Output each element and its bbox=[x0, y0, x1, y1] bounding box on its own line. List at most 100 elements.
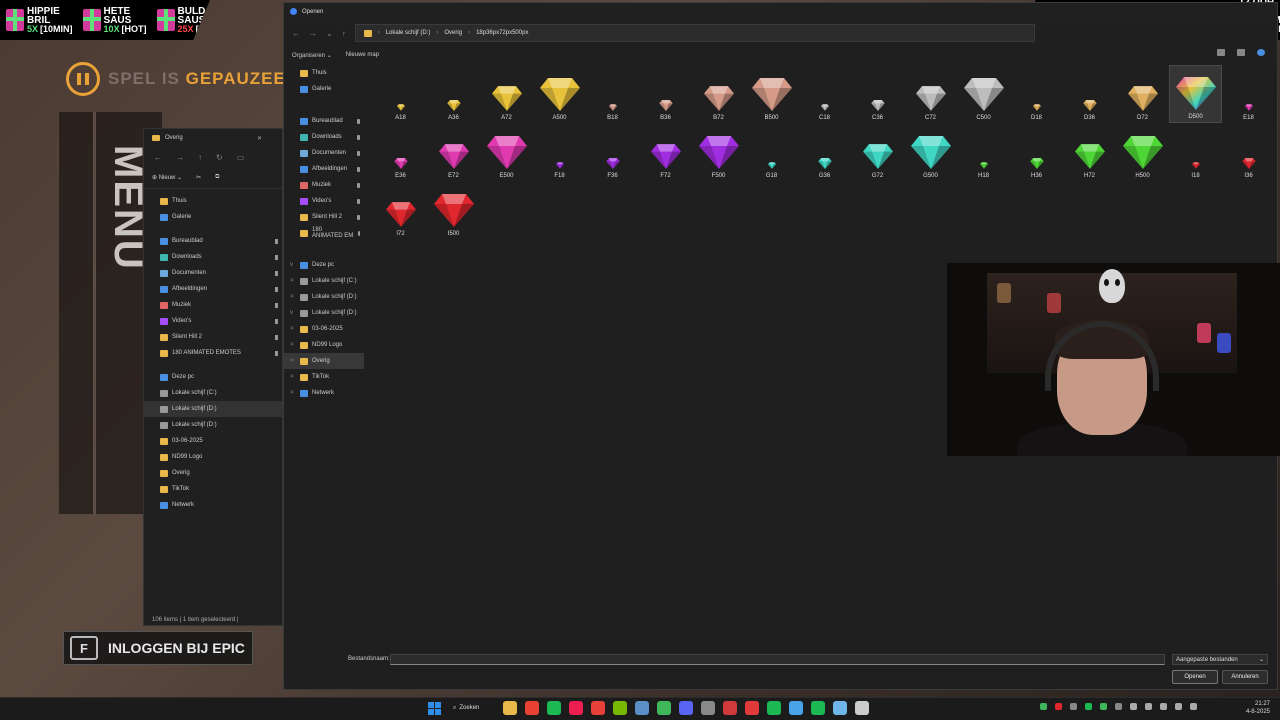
nav-item[interactable]: > Lokale schijf (C:) bbox=[284, 273, 364, 289]
tiktok-icon[interactable] bbox=[569, 701, 583, 715]
file-item[interactable]: B500 bbox=[745, 65, 798, 123]
new-folder-button[interactable]: Nieuwe map bbox=[346, 52, 379, 58]
filetype-select[interactable]: Aangepaste bestanden ⌄ bbox=[1172, 654, 1268, 665]
file-item[interactable]: A500 bbox=[533, 65, 586, 123]
discord-icon[interactable] bbox=[679, 701, 693, 715]
nav-item[interactable]: Afbeeldingen bbox=[284, 161, 364, 177]
file-item[interactable]: F36 bbox=[586, 123, 639, 181]
chevron-icon[interactable]: > bbox=[290, 294, 296, 300]
forward-icon[interactable]: → bbox=[309, 29, 317, 38]
chevron-icon[interactable]: > bbox=[290, 326, 296, 332]
nav-item[interactable]: > Lokale schijf (D:) bbox=[284, 289, 364, 305]
file-item[interactable]: E72 bbox=[427, 123, 480, 181]
chevron-icon[interactable]: > bbox=[290, 342, 296, 348]
view-mode-icon[interactable] bbox=[1217, 49, 1225, 56]
forward-icon[interactable]: → bbox=[176, 153, 184, 162]
file-item[interactable]: I72 bbox=[374, 181, 427, 239]
nav-item[interactable]: >03-06-2025 bbox=[284, 321, 364, 337]
bg-tree-item[interactable]: Silent Hill 2 bbox=[144, 329, 282, 345]
up-icon[interactable]: ↑ bbox=[342, 29, 346, 38]
steam-icon[interactable] bbox=[635, 701, 649, 715]
file-item[interactable]: E36 bbox=[374, 123, 427, 181]
cut-icon[interactable]: ✂ bbox=[196, 174, 201, 181]
file-item[interactable]: C36 bbox=[851, 65, 904, 123]
chevron-icon[interactable]: v bbox=[290, 262, 296, 268]
tray-icon[interactable] bbox=[1145, 703, 1152, 710]
file-item[interactable]: G72 bbox=[851, 123, 904, 181]
help-icon[interactable] bbox=[1257, 49, 1265, 56]
tray-icon[interactable] bbox=[1160, 703, 1167, 710]
file-item[interactable]: F18 bbox=[533, 123, 586, 181]
nav-item[interactable]: > TikTok bbox=[284, 369, 364, 385]
file-item[interactable]: B72 bbox=[692, 65, 745, 123]
file-item[interactable]: G36 bbox=[798, 123, 851, 181]
tray-icon[interactable] bbox=[1070, 703, 1077, 710]
refresh-icon[interactable]: ↻ bbox=[216, 153, 223, 162]
file-item[interactable]: A72 bbox=[480, 65, 533, 123]
nav-item[interactable]: Galerie bbox=[284, 81, 364, 97]
file-item[interactable]: E500 bbox=[480, 123, 533, 181]
bg-tree-item[interactable]: Lokale schijf (D:) bbox=[144, 401, 282, 417]
font-app-icon[interactable] bbox=[591, 701, 605, 715]
file-item[interactable]: B36 bbox=[639, 65, 692, 123]
close-icon[interactable]: ✕ bbox=[257, 135, 262, 142]
bg-tree-item[interactable]: Thuis bbox=[144, 193, 282, 209]
nav-item[interactable]: > Overig bbox=[284, 353, 364, 369]
start-icon[interactable] bbox=[428, 701, 441, 715]
file-item[interactable]: A18 bbox=[374, 65, 427, 123]
tray-icon[interactable] bbox=[1130, 703, 1137, 710]
taskbar-search[interactable]: ⌕ Zoeken bbox=[449, 705, 495, 712]
nav-item[interactable]: Silent Hill 2 bbox=[284, 209, 364, 225]
tray-icon[interactable] bbox=[1175, 703, 1182, 710]
bg-tree-item[interactable]: Afbeeldingen bbox=[144, 281, 282, 297]
view-icon[interactable]: ▭ bbox=[237, 153, 245, 162]
taskbar-clock[interactable]: 21:27 4-8-2025 bbox=[1246, 700, 1270, 716]
tray-icon[interactable] bbox=[1040, 703, 1047, 710]
up-icon[interactable]: ↑ bbox=[198, 153, 202, 162]
nav-item[interactable]: Documenten bbox=[284, 145, 364, 161]
open-button[interactable]: Openen bbox=[1172, 670, 1218, 684]
app-green-icon[interactable] bbox=[657, 701, 671, 715]
file-item[interactable]: C500 bbox=[957, 65, 1010, 123]
tray-icon[interactable] bbox=[1115, 703, 1122, 710]
nav-item[interactable]: Bureaublad bbox=[284, 113, 364, 129]
breadcrumb-item[interactable]: 18p36px72px500px bbox=[476, 30, 528, 36]
back-icon[interactable]: ← bbox=[154, 153, 162, 162]
file-item[interactable]: C18 bbox=[798, 65, 851, 123]
tray-icon[interactable] bbox=[1085, 703, 1092, 710]
spotify-icon[interactable] bbox=[547, 701, 561, 715]
nav-item[interactable]: Muziek bbox=[284, 177, 364, 193]
tray-icon[interactable] bbox=[1190, 703, 1197, 710]
chevron-icon[interactable]: > bbox=[290, 374, 296, 380]
chevron-icon[interactable]: > bbox=[290, 278, 296, 284]
app-red-icon[interactable] bbox=[723, 701, 737, 715]
bg-tree-item[interactable]: Overig bbox=[144, 465, 282, 481]
nav-item[interactable]: > ND99 Logo bbox=[284, 337, 364, 353]
copy-icon[interactable]: ⧉ bbox=[215, 174, 219, 181]
tray-icon[interactable] bbox=[1100, 703, 1107, 710]
file-item[interactable]: F72 bbox=[639, 123, 692, 181]
bg-tree-item[interactable]: Documenten bbox=[144, 265, 282, 281]
new-button[interactable]: ⊕ Nieuw ⌄ bbox=[152, 174, 182, 181]
file-item[interactable]: H500 bbox=[1116, 123, 1169, 181]
epic-login-button[interactable]: F INLOGGEN BIJ EPIC bbox=[63, 631, 253, 665]
nav-item[interactable]: Thuis bbox=[284, 65, 364, 81]
background-explorer-window[interactable]: Overig ✕ ← → ↑ ↻ ▭ ⊕ Nieuw ⌄ ✂ ⧉ Thuis Ga… bbox=[143, 128, 283, 626]
file-item[interactable]: C72 bbox=[904, 65, 957, 123]
settings-icon[interactable] bbox=[701, 701, 715, 715]
file-item[interactable]: H18 bbox=[957, 123, 1010, 181]
nav-item[interactable]: 180 ANIMATED EM bbox=[284, 225, 364, 241]
spotify2-icon[interactable] bbox=[767, 701, 781, 715]
photos-icon[interactable] bbox=[789, 701, 803, 715]
file-item[interactable]: D18 bbox=[1010, 65, 1063, 123]
bg-tree-item[interactable]: Netwerk bbox=[144, 497, 282, 513]
file-item[interactable]: D36 bbox=[1063, 65, 1116, 123]
file-item[interactable]: E18 bbox=[1222, 65, 1275, 123]
nav-item[interactable]: v Deze pc bbox=[284, 257, 364, 273]
filename-input[interactable] bbox=[390, 654, 1165, 665]
app-red2-icon[interactable] bbox=[745, 701, 759, 715]
explorer-icon[interactable] bbox=[503, 701, 517, 715]
cancel-button[interactable]: Annuleren bbox=[1222, 670, 1268, 684]
file-item[interactable]: D500 bbox=[1169, 65, 1222, 123]
bg-tree-item[interactable]: Lokale schijf (D:) bbox=[144, 417, 282, 433]
